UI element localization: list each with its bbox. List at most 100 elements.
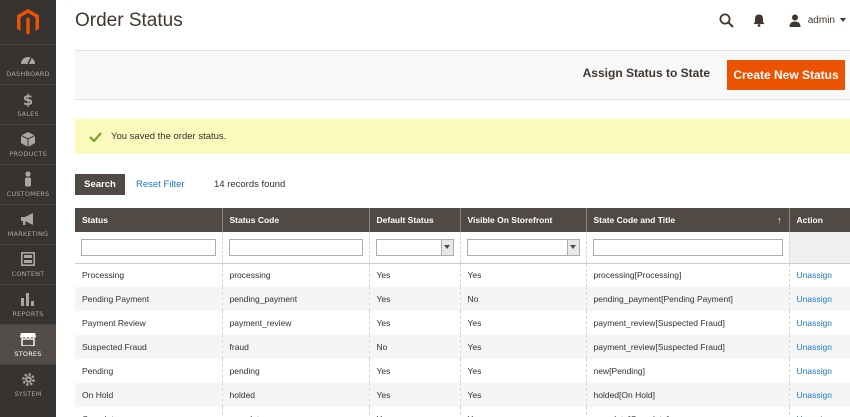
content-icon: [19, 251, 37, 267]
cell-state-code-and-title: pending_payment[Pending Payment]: [585, 287, 789, 311]
store-icon: [19, 331, 37, 347]
sidebar-label: MARKETING: [7, 230, 49, 238]
grid-search-button[interactable]: Search: [75, 174, 125, 195]
filter-state-code-input[interactable]: [592, 238, 783, 256]
cell-status-code: payment_review: [221, 311, 369, 335]
megaphone-icon: [19, 211, 37, 227]
column-header-status[interactable]: Status: [75, 208, 222, 232]
column-label: State Code and Title: [593, 215, 676, 225]
unassign-link[interactable]: Unassign: [788, 311, 850, 335]
filter-row: [75, 232, 850, 264]
cell-default-status: Yes: [368, 263, 460, 287]
cell-default-status: Yes: [368, 287, 460, 311]
bar-chart-icon: [19, 291, 37, 307]
table-row: CompletecompleteYesYescomplete[Complete]…: [75, 407, 850, 417]
column-header-default-status[interactable]: Default Status: [368, 208, 460, 232]
cell-visible-on-storefront: Yes: [459, 359, 586, 383]
magento-logo[interactable]: [0, 0, 56, 44]
cell-visible-on-storefront: Yes: [459, 335, 586, 359]
cell-default-status: Yes: [368, 311, 460, 335]
sidebar-item-products[interactable]: PRODUCTS: [0, 124, 56, 164]
sidebar-item-stores[interactable]: STORES: [0, 324, 56, 364]
table-row: Suspected Fraud fraud No Yes payment_review[…: [75, 335, 850, 359]
sidebar-item-system[interactable]: SYSTEM: [0, 364, 56, 404]
sort-ascending-icon: ↑: [777, 215, 782, 225]
order-status-grid: Status Status Code Default Status Visibl…: [75, 208, 850, 417]
cell-status-code: processing: [221, 263, 369, 287]
cell-status-code: pending_payment: [221, 287, 369, 311]
sidebar-item-reports[interactable]: REPORTS: [0, 284, 56, 324]
cell-default-status: Yes: [368, 383, 460, 407]
magento-logo-icon: [17, 9, 39, 35]
unassign-link[interactable]: Unassign: [788, 383, 850, 407]
person-icon: [19, 171, 37, 187]
dropdown-arrow-icon: [440, 239, 453, 255]
success-message: You saved the order status.: [75, 119, 850, 154]
cell-state-code-and-title: new[Pending]: [585, 359, 789, 383]
sidebar-item-customers[interactable]: CUSTOMERS: [0, 164, 56, 204]
cell-status: Processing: [75, 263, 222, 287]
sidebar-label: STORES: [14, 350, 42, 358]
filter-status-input[interactable]: [81, 238, 216, 256]
user-menu[interactable]: admin: [788, 11, 846, 29]
sidebar-label: CUSTOMERS: [6, 190, 50, 198]
column-header-status-code[interactable]: Status Code: [221, 208, 369, 232]
cell-status: Complete: [75, 407, 222, 417]
unassign-link[interactable]: Unassign: [788, 335, 850, 359]
filter-default-status-select[interactable]: [375, 238, 454, 256]
sidebar-label: SALES: [17, 110, 39, 118]
gear-icon: [19, 371, 37, 387]
cell-state-code-and-title: holded[On Hold]: [585, 383, 789, 407]
cell-status: Suspected Fraud: [75, 335, 222, 359]
cell-status-code: pending: [221, 359, 369, 383]
bell-icon[interactable]: [750, 11, 768, 29]
user-icon: [788, 11, 802, 29]
dollar-icon: $: [19, 91, 37, 107]
chevron-down-icon: [840, 18, 846, 22]
reset-filter-link[interactable]: Reset Filter: [136, 179, 185, 190]
sidebar-label: DASHBOARD: [6, 70, 50, 78]
column-header-action: Action: [788, 208, 850, 232]
create-new-status-button[interactable]: Create New Status: [727, 60, 845, 90]
sidebar-label: REPORTS: [12, 310, 44, 318]
cell-visible-on-storefront: Yes: [459, 311, 586, 335]
unassign-link[interactable]: Unassign: [788, 287, 850, 311]
dropdown-arrow-icon: [566, 239, 579, 255]
checkmark-icon: [89, 131, 103, 143]
column-header-state-code-and-title[interactable]: State Code and Title ↑: [585, 208, 789, 232]
message-text: You saved the order status.: [111, 131, 227, 142]
cell-default-status: Yes: [368, 359, 460, 383]
cell-status: Pending: [75, 359, 222, 383]
unassign-link[interactable]: Unassign: [788, 263, 850, 287]
column-header-visible-on-storefront[interactable]: Visible On Storefront: [459, 208, 586, 232]
cell-visible-on-storefront: Yes: [459, 263, 586, 287]
cell-visible-on-storefront: No: [459, 287, 586, 311]
unassign-link[interactable]: Unassign: [788, 407, 850, 417]
svg-text:$: $: [23, 91, 33, 107]
header-actions: admin: [718, 8, 850, 32]
filter-action-cell: [788, 232, 850, 264]
user-name: admin: [807, 14, 835, 26]
sidebar-item-content[interactable]: CONTENT: [0, 244, 56, 284]
sidebar-label: CONTENT: [11, 270, 45, 278]
search-icon[interactable]: [718, 11, 736, 29]
assign-status-to-state-button[interactable]: Assign Status to State: [583, 66, 710, 80]
cell-default-status: Yes: [368, 407, 460, 417]
cell-status: Payment Review: [75, 311, 222, 335]
table-row: Pending Payment pending_payment Yes No pendi…: [75, 287, 850, 311]
sidebar-label: SYSTEM: [14, 390, 42, 398]
filter-status-code-input[interactable]: [228, 238, 363, 256]
cell-status-code: holded: [221, 383, 369, 407]
table-row: Payment Review payment_review Yes Yes paymen…: [75, 311, 850, 335]
cell-state-code-and-title: payment_review[Suspected Fraud]: [585, 335, 789, 359]
page-title: Order Status: [75, 10, 183, 31]
page-actions-bar: Assign Status to State Create New Status: [75, 50, 850, 100]
cell-state-code-and-title: complete[Complete]: [585, 407, 789, 417]
sidebar-item-marketing[interactable]: MARKETING: [0, 204, 56, 244]
sidebar-item-dashboard[interactable]: DASHBOARD: [0, 44, 56, 84]
cell-state-code-and-title: processing[Processing]: [585, 263, 789, 287]
sidebar-item-sales[interactable]: $ SALES: [0, 84, 56, 124]
records-found-count: 14 records found: [214, 179, 286, 190]
unassign-link[interactable]: Unassign: [788, 359, 850, 383]
filter-visible-on-storefront-select[interactable]: [466, 238, 580, 256]
